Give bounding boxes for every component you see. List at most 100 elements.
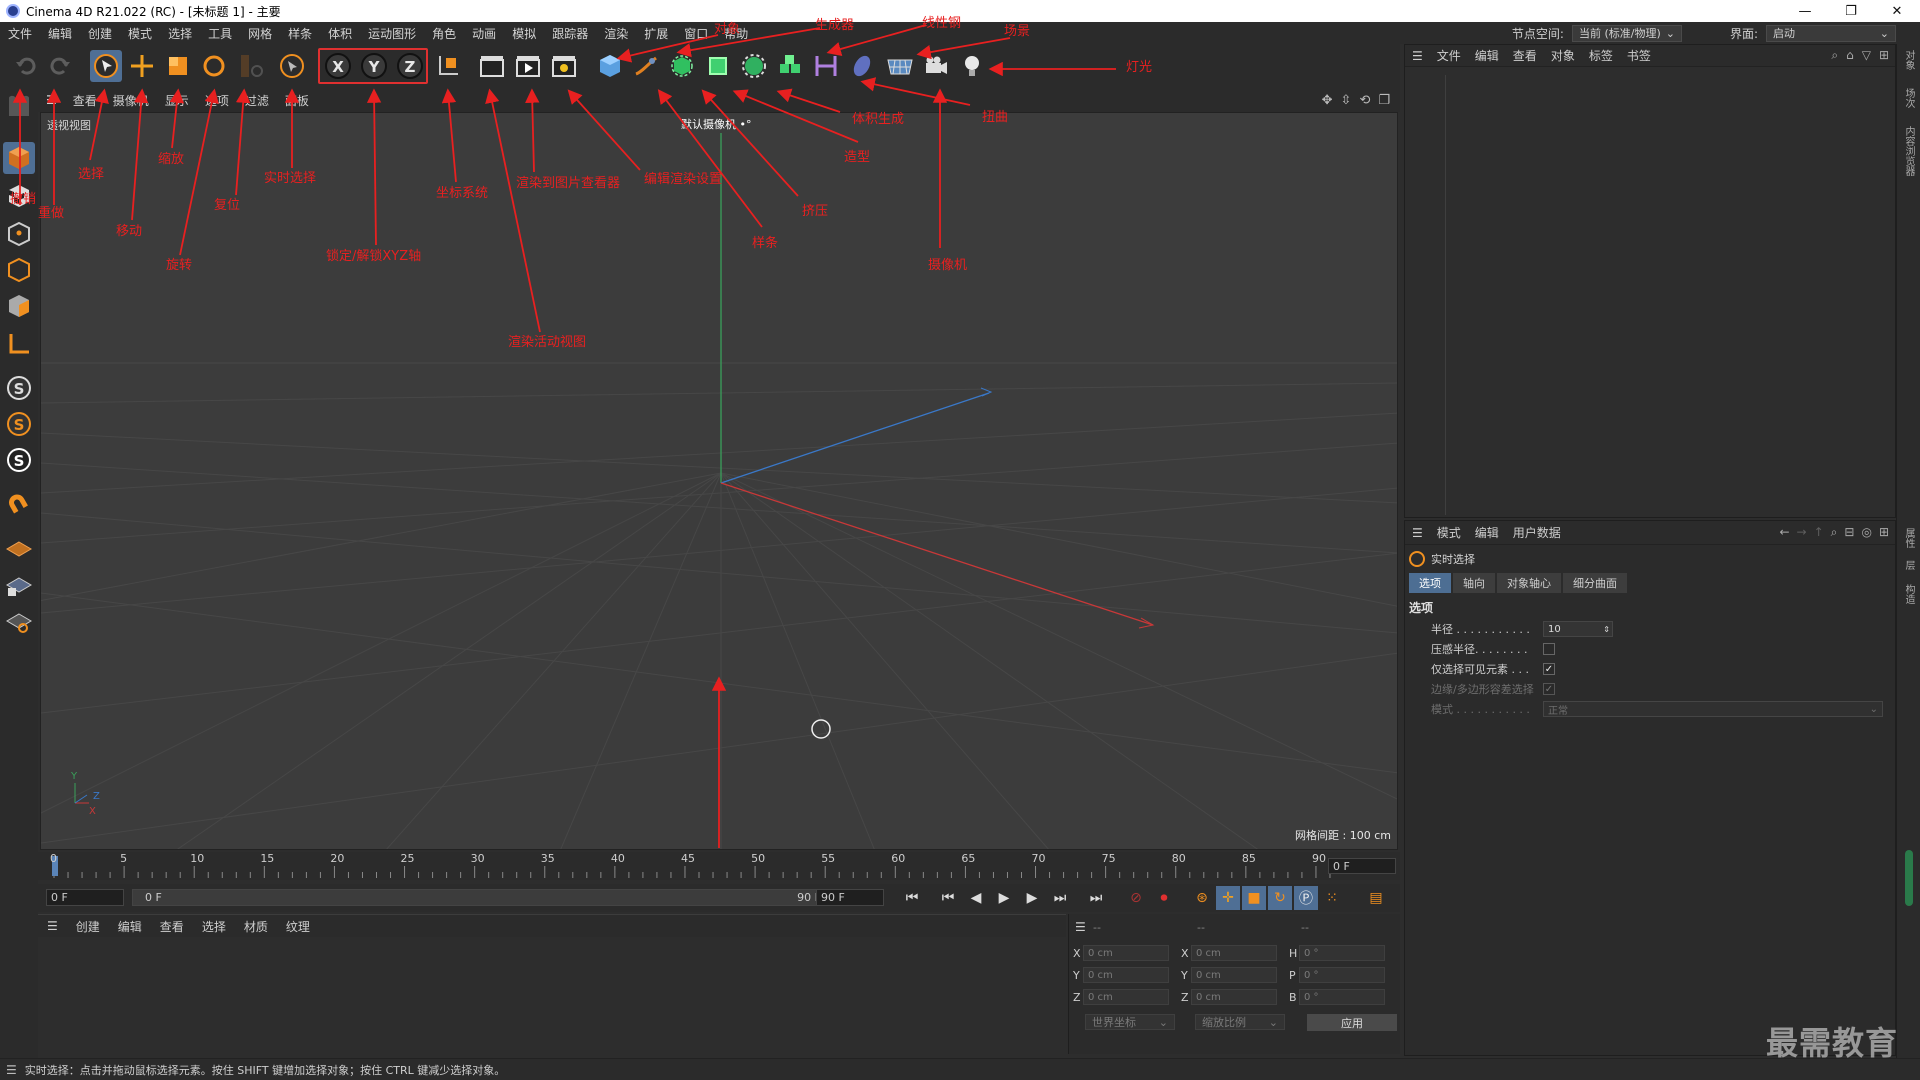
menu-edit[interactable]: 编辑	[40, 25, 80, 42]
scale-tool-button[interactable]	[162, 50, 194, 82]
select-tool-button[interactable]	[90, 50, 122, 82]
radius-input[interactable]: 10 ⇕	[1543, 621, 1613, 637]
close-button[interactable]: ✕	[1874, 0, 1920, 22]
record-scale-button[interactable]: ■	[1242, 886, 1266, 910]
mat-menu-edit[interactable]: 编辑	[109, 918, 151, 935]
cloner-button[interactable]	[738, 50, 770, 82]
tweak-button[interactable]	[3, 490, 35, 522]
vp-menu-filter[interactable]: 过滤	[237, 92, 277, 109]
lock-x-axis-button[interactable]: X	[322, 50, 354, 82]
rotation-p-field[interactable]: 0 °	[1299, 967, 1385, 983]
camera-object-button[interactable]	[920, 50, 952, 82]
prev-key-button[interactable]: ⏮	[936, 886, 960, 910]
orbit-view-icon[interactable]: ⟲	[1359, 93, 1370, 108]
status-menu-icon[interactable]: ☰	[0, 1063, 17, 1077]
record-pla-button[interactable]: ⁙	[1320, 886, 1344, 910]
menu-simulate[interactable]: 模拟	[504, 25, 544, 42]
mode-dropdown[interactable]: 正常 ⌄	[1543, 701, 1883, 717]
timeline-window-button[interactable]: ▤	[1364, 886, 1388, 910]
workplane-button[interactable]	[3, 534, 35, 566]
next-frame-button[interactable]: ▶	[1020, 886, 1044, 910]
cube-object-button[interactable]	[594, 50, 626, 82]
render-view-button[interactable]	[476, 50, 508, 82]
tab-options[interactable]: 选项	[1409, 573, 1451, 593]
menu-mograph[interactable]: 运动图形	[360, 25, 424, 42]
mat-menu-view[interactable]: 查看	[151, 918, 193, 935]
side-tab-takes[interactable]: 场次	[1901, 88, 1916, 108]
menu-mesh[interactable]: 网格	[240, 25, 280, 42]
move-tool-button[interactable]	[126, 50, 158, 82]
mat-menu-create[interactable]: 创建	[67, 918, 109, 935]
size-y-field[interactable]: 0 cm	[1191, 967, 1277, 983]
tab-axis[interactable]: 轴向	[1453, 573, 1495, 593]
render-to-picture-viewer-button[interactable]	[512, 50, 544, 82]
attr-menu-mode[interactable]: 模式	[1430, 524, 1468, 541]
autokey-button[interactable]: ⏺	[1152, 886, 1176, 910]
scale-ratio-dropdown[interactable]: 缩放比例 ⌄	[1195, 1014, 1285, 1030]
light-object-button[interactable]	[956, 50, 988, 82]
node-space-select[interactable]: 当前 (标准/物理) ⌄	[1571, 24, 1682, 42]
snap-settings-button[interactable]: S	[3, 444, 35, 476]
rotate-tool-button[interactable]	[198, 50, 230, 82]
points-mode-button[interactable]	[3, 218, 35, 250]
size-z-field[interactable]: 0 cm	[1191, 989, 1277, 1005]
model-mode-button[interactable]	[3, 142, 35, 174]
edge-tolerance-checkbox[interactable]: ✓	[1543, 683, 1555, 695]
attr-menu-userdata[interactable]: 用户数据	[1506, 524, 1568, 541]
preview-range-slider[interactable]: 0 F 90 F	[132, 889, 840, 906]
perspective-viewport[interactable]: Y Z X 透视视图 默认摄像机 •° 网格间距 : 100 cm	[40, 112, 1398, 850]
timeline-ruler[interactable]: 0 5 10 15 20 25 30 35 40 45 50 55 60 65 70 75 80 85 90 0 F	[38, 852, 1400, 880]
side-tab-layers[interactable]: 层	[1901, 560, 1916, 570]
object-menu-icon[interactable]: ☰	[1405, 49, 1430, 63]
pressure-radius-checkbox[interactable]	[1543, 643, 1555, 655]
up-arrow-icon[interactable]: ↑	[1814, 525, 1824, 540]
menu-select[interactable]: 选择	[160, 25, 200, 42]
position-x-field[interactable]: 0 cm	[1083, 945, 1169, 961]
menu-tracker[interactable]: 跟踪器	[544, 25, 596, 42]
mat-menu-material[interactable]: 材质	[235, 918, 277, 935]
live-select-button[interactable]	[276, 50, 308, 82]
current-frame-field[interactable]: 0 F	[1328, 858, 1396, 874]
edges-mode-button[interactable]	[3, 254, 35, 286]
spinner-icon[interactable]: ⇕	[1603, 625, 1612, 634]
viewport-camera-label[interactable]: 默认摄像机 •°	[681, 116, 752, 132]
toggle-view-icon[interactable]: ❐	[1378, 93, 1390, 108]
volume-builder-button[interactable]	[774, 50, 806, 82]
side-tab-structure[interactable]: 构造	[1901, 584, 1916, 604]
filter-icon[interactable]: ▽	[1862, 48, 1871, 63]
record-parameter-button[interactable]: Ⓟ	[1294, 886, 1318, 910]
play-button[interactable]: ▶	[992, 886, 1016, 910]
menu-spline[interactable]: 样条	[280, 25, 320, 42]
vp-menu-panel[interactable]: 面板	[277, 92, 317, 109]
home-icon[interactable]: ⌂	[1846, 48, 1854, 63]
goto-start-button[interactable]: ⏮	[900, 886, 924, 910]
spline-pen-button[interactable]	[630, 50, 662, 82]
search-icon[interactable]: ⌕	[1831, 525, 1838, 540]
make-editable-button[interactable]	[3, 90, 35, 122]
end-frame-field[interactable]: 90 F	[816, 889, 884, 906]
axis-mode-button[interactable]	[3, 328, 35, 360]
menu-volume[interactable]: 体积	[320, 25, 360, 42]
viewport-menu-icon[interactable]: ☰	[38, 93, 65, 107]
apply-button[interactable]: 应用	[1307, 1014, 1397, 1031]
tab-object-axis[interactable]: 对象轴心	[1497, 573, 1561, 593]
obj-menu-edit[interactable]: 编辑	[1468, 47, 1506, 64]
position-y-field[interactable]: 0 cm	[1083, 967, 1169, 983]
minimize-button[interactable]: —	[1782, 0, 1828, 22]
mat-menu-texture[interactable]: 纹理	[277, 918, 319, 935]
obj-menu-objects[interactable]: 对象	[1544, 47, 1582, 64]
restore-button[interactable]: ❐	[1828, 0, 1874, 22]
new-window-icon[interactable]: ⊞	[1879, 48, 1889, 63]
record-active-button[interactable]: ⊘	[1124, 886, 1148, 910]
side-tab-objects[interactable]: 对象	[1901, 50, 1916, 70]
tab-subdivision-surface[interactable]: 细分曲面	[1563, 573, 1627, 593]
vp-menu-display[interactable]: 显示	[157, 92, 197, 109]
start-frame-field[interactable]: 0 F	[46, 889, 124, 906]
position-z-field[interactable]: 0 cm	[1083, 989, 1169, 1005]
obj-menu-bookmarks[interactable]: 书签	[1620, 47, 1658, 64]
dolly-view-icon[interactable]: ⇳	[1341, 93, 1352, 108]
material-menu-icon[interactable]: ☰	[38, 919, 67, 933]
size-x-field[interactable]: 0 cm	[1191, 945, 1277, 961]
menu-file[interactable]: 文件	[0, 25, 40, 42]
rotation-h-field[interactable]: 0 °	[1299, 945, 1385, 961]
